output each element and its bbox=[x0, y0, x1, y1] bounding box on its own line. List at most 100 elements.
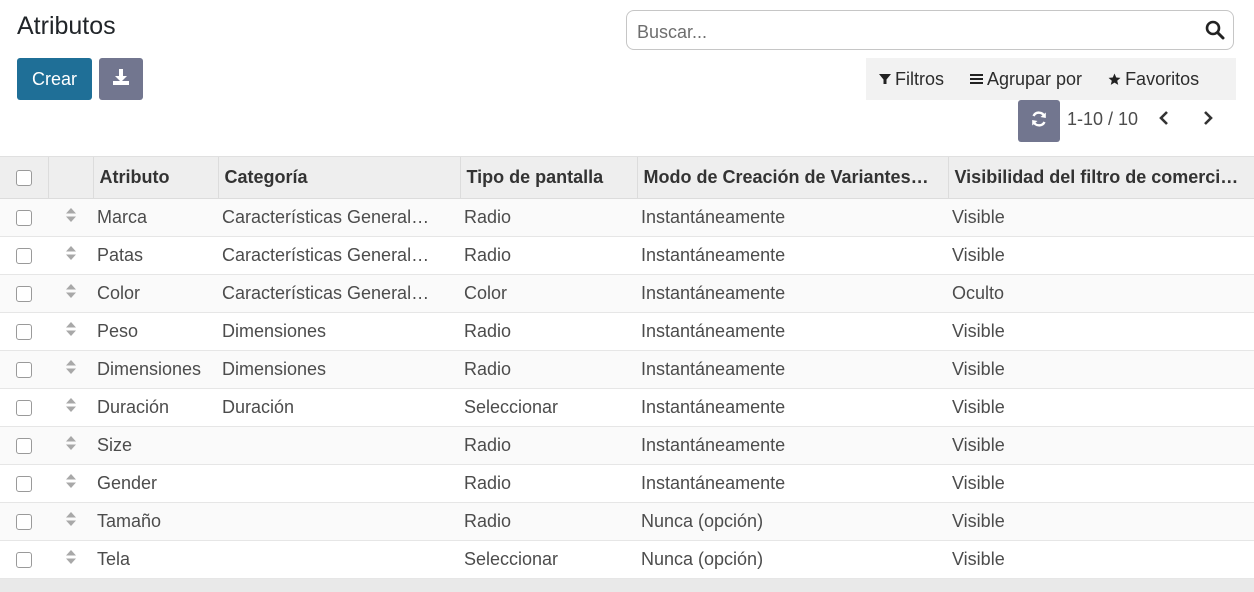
row-handle[interactable] bbox=[48, 313, 93, 351]
cell-visibility: Visible bbox=[952, 473, 1005, 493]
column-header-display-type[interactable]: Tipo de pantalla bbox=[459, 156, 637, 199]
cell-category: Características General… bbox=[222, 283, 430, 303]
row-checkbox[interactable] bbox=[16, 476, 32, 493]
table-row[interactable]: Gender Radio Instantáneamente Visible bbox=[0, 465, 1254, 503]
cell-display-type: Radio bbox=[464, 511, 512, 531]
cell-variant-mode: Instantáneamente bbox=[641, 245, 786, 265]
cell-attribute: Tela bbox=[97, 549, 131, 569]
cell-attribute: Gender bbox=[97, 473, 158, 493]
row-checkbox[interactable] bbox=[16, 400, 32, 417]
cell-category bbox=[218, 541, 460, 579]
row-checkbox[interactable] bbox=[16, 324, 32, 341]
column-header-visibility[interactable]: Visibilidad del filtro de comerci… bbox=[947, 156, 1254, 199]
cell-attribute: Dimensiones bbox=[97, 359, 202, 379]
search-input[interactable] bbox=[635, 19, 1199, 45]
cell-category: Características General… bbox=[222, 245, 430, 265]
row-checkbox[interactable] bbox=[16, 514, 32, 531]
row-checkbox[interactable] bbox=[16, 552, 32, 569]
row-select-cell bbox=[0, 237, 48, 275]
select-all-checkbox[interactable] bbox=[15, 170, 32, 187]
filters-label: Filtros bbox=[895, 68, 944, 89]
favorites-label: Favoritos bbox=[1125, 68, 1200, 89]
row-handle[interactable] bbox=[48, 389, 93, 427]
refresh-button[interactable] bbox=[1018, 100, 1060, 142]
table-row[interactable]: Dimensiones Dimensiones Radio Instantáneame… bbox=[0, 350, 1254, 389]
search-icon[interactable] bbox=[1205, 20, 1225, 40]
row-checkbox[interactable] bbox=[16, 362, 32, 379]
row-handle[interactable] bbox=[48, 503, 93, 541]
filters-toggle[interactable]: Filtros bbox=[879, 69, 944, 90]
attributes-table: Atributo Categoría Tipo de pantalla Modo… bbox=[0, 156, 1254, 579]
row-handle[interactable] bbox=[48, 541, 93, 579]
drag-handle-icon bbox=[65, 397, 77, 417]
pager-next-button[interactable] bbox=[1196, 108, 1220, 132]
row-select-cell bbox=[0, 465, 48, 503]
row-checkbox[interactable] bbox=[16, 438, 32, 455]
cell-variant-mode: Nunca (opción) bbox=[641, 549, 764, 569]
search-box[interactable] bbox=[626, 10, 1234, 50]
cell-visibility: Visible bbox=[952, 321, 1005, 341]
drag-handle-icon bbox=[65, 435, 77, 455]
create-button[interactable]: Crear bbox=[17, 58, 92, 100]
download-button[interactable] bbox=[99, 58, 143, 100]
horizontal-scrollbar[interactable] bbox=[0, 579, 1254, 592]
table-row[interactable]: Tela Seleccionar Nunca (opción) Visible bbox=[0, 541, 1254, 579]
cell-category: Duración bbox=[222, 397, 295, 417]
row-select-cell bbox=[0, 427, 48, 465]
cell-category: Dimensiones bbox=[222, 359, 327, 379]
table-row[interactable]: Tamaño Radio Nunca (opción) Visible bbox=[0, 502, 1254, 541]
cell-attribute: Color bbox=[97, 283, 141, 303]
drag-handle-icon bbox=[65, 245, 77, 265]
cell-visibility: Visible bbox=[952, 511, 1005, 531]
cell-visibility: Visible bbox=[952, 435, 1005, 455]
cell-attribute: Duración bbox=[97, 397, 170, 417]
favorites-toggle[interactable]: Favoritos bbox=[1108, 69, 1199, 90]
column-header-variant-mode[interactable]: Modo de Creación de Variantes… bbox=[636, 156, 948, 199]
cell-attribute: Peso bbox=[97, 321, 139, 341]
drag-handle-icon bbox=[65, 359, 77, 379]
filter-icon bbox=[879, 73, 891, 85]
row-select-cell bbox=[0, 351, 48, 389]
row-handle[interactable] bbox=[48, 351, 93, 389]
row-handle[interactable] bbox=[48, 199, 93, 237]
column-header-attribute[interactable]: Atributo bbox=[92, 156, 218, 199]
cell-attribute: Size bbox=[97, 435, 133, 455]
table-row[interactable]: Marca Características General… Radio Instan… bbox=[0, 198, 1254, 237]
cell-display-type: Radio bbox=[464, 473, 512, 493]
refresh-icon bbox=[1030, 110, 1048, 133]
cell-attribute: Patas bbox=[97, 245, 144, 265]
table-row[interactable]: Patas Características General… Radio Instan… bbox=[0, 237, 1254, 275]
table-header-row: Atributo Categoría Tipo de pantalla Modo… bbox=[0, 156, 1254, 199]
search-panel-toolbar: Filtros Agrupar por Favoritos bbox=[866, 58, 1236, 100]
group-by-toggle[interactable]: Agrupar por bbox=[970, 69, 1082, 90]
pager-value[interactable]: 1-10 / 10 bbox=[1067, 109, 1138, 130]
cell-category: Características General… bbox=[222, 207, 430, 227]
row-select-cell bbox=[0, 313, 48, 351]
drag-handle-icon bbox=[65, 511, 77, 531]
row-checkbox[interactable] bbox=[16, 210, 32, 227]
row-handle[interactable] bbox=[48, 237, 93, 275]
cell-visibility: Oculto bbox=[952, 283, 1005, 303]
row-handle[interactable] bbox=[48, 427, 93, 465]
row-checkbox[interactable] bbox=[16, 286, 32, 303]
row-select-cell bbox=[0, 275, 48, 313]
cell-visibility: Visible bbox=[952, 245, 1005, 265]
table-row[interactable]: Color Características General… Color Instan… bbox=[0, 274, 1254, 313]
download-icon bbox=[112, 68, 130, 91]
row-handle[interactable] bbox=[48, 275, 93, 313]
cell-display-type: Radio bbox=[464, 245, 512, 265]
table-row[interactable]: Duración Duración Seleccionar Instantáneame… bbox=[0, 389, 1254, 427]
cell-variant-mode: Instantáneamente bbox=[641, 473, 786, 493]
cell-visibility: Visible bbox=[952, 549, 1005, 569]
row-checkbox[interactable] bbox=[16, 248, 32, 265]
row-handle[interactable] bbox=[48, 465, 93, 503]
cell-variant-mode: Instantáneamente bbox=[641, 321, 786, 341]
bars-icon bbox=[970, 73, 983, 85]
table-row[interactable]: Size Radio Instantáneamente Visible bbox=[0, 426, 1254, 465]
drag-handle-icon bbox=[65, 473, 77, 493]
column-header-category[interactable]: Categoría bbox=[217, 156, 460, 199]
row-select-cell bbox=[0, 541, 48, 579]
pager-previous-button[interactable] bbox=[1152, 108, 1176, 132]
cell-category: Dimensiones bbox=[222, 321, 327, 341]
table-row[interactable]: Peso Dimensiones Radio Instantáneamente Visi… bbox=[0, 313, 1254, 351]
